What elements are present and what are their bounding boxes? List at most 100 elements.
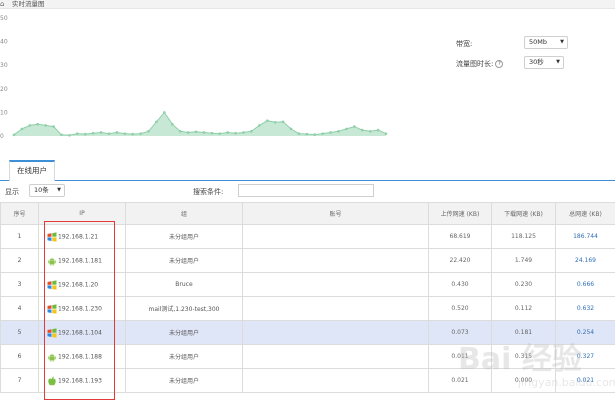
windows-icon [47, 279, 57, 290]
y-tick-label: 10 [0, 109, 8, 116]
cell-account [242, 224, 429, 249]
duration-label: 流量图时长:? [456, 59, 504, 69]
data-point [99, 131, 103, 134]
cell-no: 7 [0, 368, 39, 393]
cell-account [242, 320, 429, 345]
cell-no: 2 [0, 248, 39, 273]
duration-value: 30秒 [529, 58, 544, 66]
cell-ip: 192.168.1.21 [38, 224, 126, 249]
cell-account [242, 296, 429, 321]
cell-no: 5 [0, 320, 39, 345]
bandwidth-label: 带宽: [456, 40, 473, 48]
cell-no: 4 [0, 296, 39, 321]
data-point [210, 131, 214, 135]
cell-no: 3 [0, 272, 39, 297]
tab-divider [0, 180, 615, 181]
cell-group: 未分组用户 [125, 320, 243, 345]
col-header-upload[interactable]: 上传网速 (KB) [428, 202, 492, 225]
windows-icon [47, 303, 57, 314]
cell-upload: 0.520 [428, 296, 492, 321]
cell-ip: 192.168.1.20 [38, 272, 126, 297]
cell-download: 0.112 [491, 296, 556, 321]
android-icon [48, 257, 56, 266]
data-point [218, 132, 222, 135]
online-users-table: 序号 IP 组 账号 上传网速 (KB) 下载网速 (KB) 总网速 (KB) … [0, 202, 615, 393]
ip-address: 192.168.1.230 [58, 305, 102, 312]
home-icon[interactable]: ⌂ [0, 0, 8, 8]
col-header-total[interactable]: 总网速 (KB) [555, 202, 615, 225]
data-point [297, 132, 301, 135]
cell-total: 0.666 [555, 272, 615, 297]
data-point [281, 120, 285, 124]
cell-download: 0.230 [491, 272, 556, 297]
col-header-account[interactable]: 账号 [242, 202, 429, 225]
table-row[interactable]: 7 192.168.1.193 未分组用户 0.021 0.000 0.021 [0, 368, 615, 393]
data-point [68, 133, 71, 137]
windows-icon [47, 231, 57, 242]
y-tick-label: 50 [0, 15, 8, 22]
data-point [20, 127, 24, 131]
data-point [123, 132, 127, 135]
bandwidth-select[interactable]: 50Mb ▼ [524, 36, 568, 49]
table-row[interactable]: 2 192.168.1.181 未分组用户 22.420 1.749 24.169 [0, 248, 615, 273]
chevron-down-icon: ▼ [57, 187, 61, 193]
apple-icon [48, 376, 56, 385]
data-point [384, 132, 388, 135]
cell-group: Bruce [125, 272, 243, 297]
cell-group: 未分组用户 [125, 368, 243, 393]
y-tick-label: 20 [0, 86, 8, 93]
page-size-select[interactable]: 10条 ▼ [29, 184, 65, 197]
cell-upload: 0.011 [428, 344, 492, 369]
col-header-group[interactable]: 组 [125, 202, 243, 225]
page-title: 实时流量图 [12, 0, 45, 8]
cell-account [242, 368, 429, 393]
cell-group: 未分组用户 [125, 248, 243, 273]
cell-account [242, 272, 429, 297]
data-point [170, 122, 174, 126]
table-row[interactable]: 5 192.168.1.104 未分组用户 0.073 0.181 0.254 [0, 320, 615, 345]
data-point [226, 131, 230, 134]
data-point [305, 132, 309, 136]
ip-address: 192.168.1.20 [58, 281, 99, 288]
ip-address: 192.168.1.181 [58, 257, 102, 264]
col-header-download[interactable]: 下载网速 (KB) [491, 202, 556, 225]
y-tick-label: 0 [0, 133, 4, 140]
search-label: 搜索条件: [193, 188, 224, 196]
data-point [360, 128, 364, 132]
y-tick-label: 40 [0, 39, 8, 46]
windows-icon [47, 327, 57, 338]
bandwidth-value: 50Mb [529, 38, 548, 46]
search-input[interactable] [238, 184, 374, 197]
chevron-down-icon: ▼ [556, 59, 560, 65]
data-point [202, 131, 206, 134]
col-header-ip[interactable]: IP [38, 202, 126, 225]
table-row[interactable]: 4 192.168.1.230 mail测试,1.230-test,300 0.520… [0, 296, 615, 321]
tab-online-users[interactable]: 在线用户 [9, 160, 55, 181]
cell-ip: 192.168.1.188 [38, 344, 126, 369]
data-point [28, 124, 32, 127]
data-point [368, 129, 372, 133]
table-row[interactable]: 3 192.168.1.20 Bruce 0.430 0.230 0.666 [0, 272, 615, 297]
cell-group: 未分组用户 [125, 224, 243, 249]
table-row[interactable]: 1 192.168.1.21 未分组用户 68.619 118.125 186.744 [0, 224, 615, 249]
duration-select[interactable]: 30秒 ▼ [524, 56, 564, 69]
table-row[interactable]: 6 192.168.1.188 未分组用户 0.011 0.315 0.327 [0, 344, 615, 369]
col-header-no[interactable]: 序号 [0, 202, 39, 225]
cell-total: 24.169 [555, 248, 615, 273]
data-point [250, 129, 253, 133]
data-point [273, 121, 277, 124]
data-point [329, 131, 332, 134]
y-tick-label: 30 [0, 62, 8, 69]
page-size-value: 10条 [34, 186, 49, 194]
data-point [44, 124, 47, 127]
cell-group: mail测试,1.230-test,300 [125, 296, 243, 321]
data-point [115, 131, 119, 134]
traffic-chart: 50 40 30 20 10 0 [0, 15, 388, 140]
data-point [36, 122, 40, 126]
data-point [178, 129, 182, 133]
help-icon[interactable]: ? [495, 60, 504, 68]
cell-ip: 192.168.1.193 [38, 368, 126, 393]
cell-total: 0.327 [555, 344, 615, 369]
cell-upload: 0.430 [428, 272, 492, 297]
data-point [131, 132, 135, 136]
